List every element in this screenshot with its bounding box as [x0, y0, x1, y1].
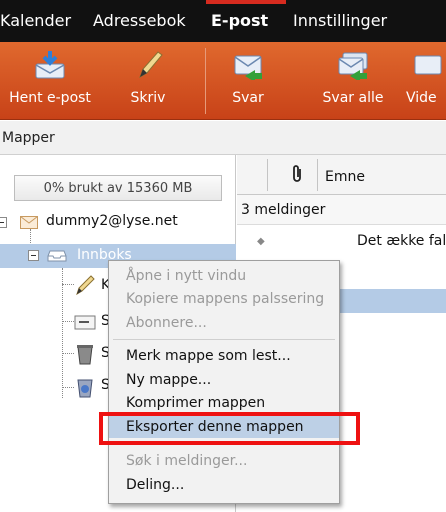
menu-sharing[interactable]: Deling... — [109, 474, 339, 496]
menu-search-messages[interactable]: Søk i meldinger... — [109, 450, 339, 472]
column-divider — [317, 159, 318, 191]
nav-innstillinger[interactable]: Innstillinger — [293, 0, 387, 42]
message-list-header: Emne — [237, 155, 446, 195]
nav-adressebok[interactable]: Adressebok — [93, 0, 186, 42]
envelope-icon — [20, 216, 38, 229]
sent-icon — [74, 315, 96, 330]
tree-line — [62, 268, 63, 398]
nav-kalender[interactable]: Kalender — [0, 0, 71, 42]
reply-all-label: Svar alle — [322, 90, 384, 106]
drafts-pencil-icon — [76, 275, 95, 296]
reply-all-button[interactable]: Svar alle — [308, 42, 398, 120]
highlight-annotation-box — [99, 412, 360, 445]
folder-context-menu: Åpne i nytt vindu Kopiere mappens palsse… — [108, 260, 340, 504]
forward-button[interactable]: Vide — [404, 42, 446, 120]
quota-usage-text: 0% brukt av 15360 MB — [43, 181, 193, 196]
collapse-toggle[interactable] — [0, 217, 7, 228]
reply-icon — [234, 55, 262, 80]
spam-icon — [77, 379, 93, 398]
download-mail-icon — [35, 51, 65, 79]
top-navigation: Kalender Adressebok E-post Innstillinger — [0, 0, 446, 42]
inbox-icon — [47, 250, 67, 262]
compose-label: Skriv — [130, 90, 166, 106]
active-nav-indicator — [206, 0, 286, 4]
menu-separator — [113, 339, 335, 340]
message-row[interactable]: ◆ Det ække fal — [237, 226, 446, 258]
folders-header: Mapper — [0, 121, 446, 155]
menu-new-folder[interactable]: Ny mappe... — [109, 369, 339, 391]
menu-open-new-window[interactable]: Åpne i nytt vindu — [109, 265, 339, 287]
message-subject: Det ække fal — [357, 233, 446, 249]
pencil-icon — [139, 51, 163, 79]
reply-all-icon — [338, 52, 368, 80]
toolbar-separator — [205, 48, 206, 114]
collapse-toggle[interactable] — [28, 250, 39, 261]
forward-label: Vide — [406, 90, 437, 106]
unread-bullet-icon: ◆ — [257, 236, 265, 247]
compose-button[interactable]: Skriv — [118, 42, 178, 120]
account-row[interactable]: dummy2@lyse.net — [0, 208, 236, 236]
message-count-row: 3 meldinger — [237, 195, 446, 225]
menu-compact-folder[interactable]: Komprimer mappen — [109, 392, 339, 414]
message-count: 3 meldinger — [241, 202, 326, 218]
subject-column-header[interactable]: Emne — [325, 169, 365, 185]
menu-copy-folder-location[interactable]: Kopiere mappens palssering — [109, 288, 339, 310]
tree-line — [62, 284, 74, 285]
tree-line — [62, 321, 74, 322]
tree-line — [62, 353, 74, 354]
forward-icon — [414, 55, 442, 75]
folders-title: Mapper — [2, 130, 55, 146]
mail-toolbar: Hent e-post Skriv Svar Svar alle Vide — [0, 42, 446, 120]
attachment-clip-icon[interactable] — [292, 165, 304, 183]
menu-subscribe[interactable]: Abonnere... — [109, 312, 339, 334]
nav-e-post[interactable]: E-post — [211, 0, 268, 42]
tree-line — [62, 387, 74, 388]
column-divider — [267, 159, 268, 191]
trash-icon — [77, 345, 93, 365]
quota-usage-bar: 0% brukt av 15360 MB — [14, 175, 222, 201]
account-label: dummy2@lyse.net — [46, 213, 178, 229]
get-mail-button[interactable]: Hent e-post — [0, 42, 100, 120]
menu-mark-folder-read[interactable]: Merk mappe som lest... — [109, 345, 339, 367]
reply-label: Svar — [232, 90, 264, 106]
reply-button[interactable]: Svar — [218, 42, 278, 120]
get-mail-label: Hent e-post — [9, 90, 91, 106]
